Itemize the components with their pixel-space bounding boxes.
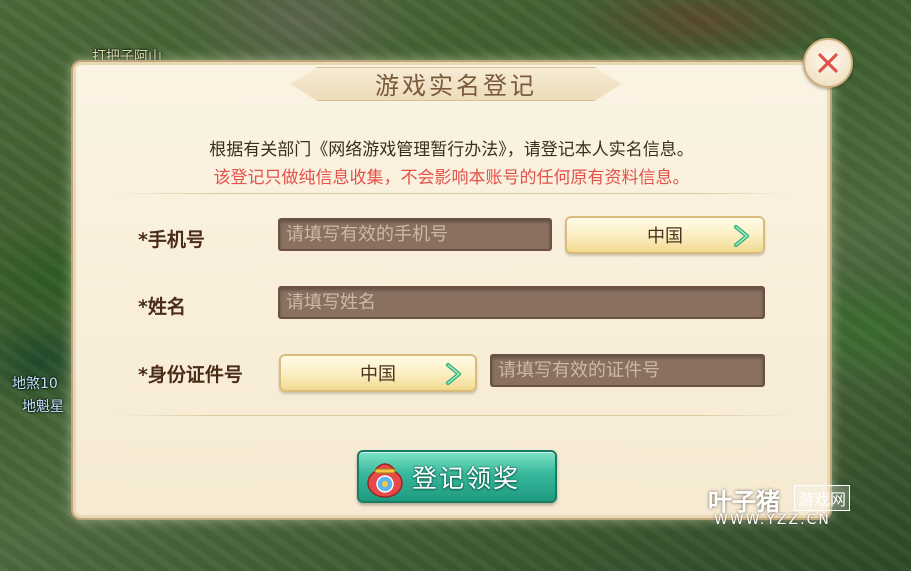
name-input[interactable]: [278, 286, 765, 319]
close-x-icon: [818, 53, 838, 73]
register-reward-label: 登记领奖: [412, 463, 521, 493]
notice-regulation-text: 根据有关部门《网络游戏管理暂行办法》，请登记本人实名信息。: [209, 140, 694, 160]
id-label: *身份证件号: [138, 364, 243, 386]
id-region-select[interactable]: 中国: [279, 354, 477, 392]
register-reward-button[interactable]: 登记领奖: [357, 450, 557, 503]
phone-label: *手机号: [138, 229, 205, 251]
real-name-registration-dialog: 游戏实名登记 根据有关部门《网络游戏管理暂行办法》，请登记本人实名信息。 该登记…: [73, 38, 853, 518]
divider: [116, 415, 793, 416]
npc-name-label: 地煞10: [12, 376, 58, 392]
watermark-url: WWW.YZZ.CN: [714, 512, 831, 528]
phone-region-value: 中国: [647, 226, 683, 247]
name-label: *姓名: [138, 296, 186, 318]
notice-warning-text: 该登记只做纯信息收集，不会影响本账号的任何原有资料信息。: [213, 168, 690, 188]
gift-bag-icon: [367, 462, 403, 498]
id-number-input[interactable]: [490, 354, 765, 387]
chevron-right-icon: [446, 363, 461, 385]
close-button[interactable]: [803, 38, 853, 88]
id-region-value: 中国: [360, 364, 396, 385]
title-banner: 游戏实名登记: [291, 61, 621, 105]
phone-input[interactable]: [278, 218, 552, 251]
dialog-title: 游戏实名登记: [375, 71, 537, 100]
chevron-right-icon: [734, 225, 749, 247]
npc-name-label: 地魁星: [22, 399, 64, 415]
site-watermark: 叶子猪 游戏网 WWW.YZZ.CN: [708, 482, 908, 532]
phone-region-select[interactable]: 中国: [565, 216, 765, 254]
watermark-tag: 游戏网: [794, 485, 851, 511]
divider: [116, 193, 793, 194]
